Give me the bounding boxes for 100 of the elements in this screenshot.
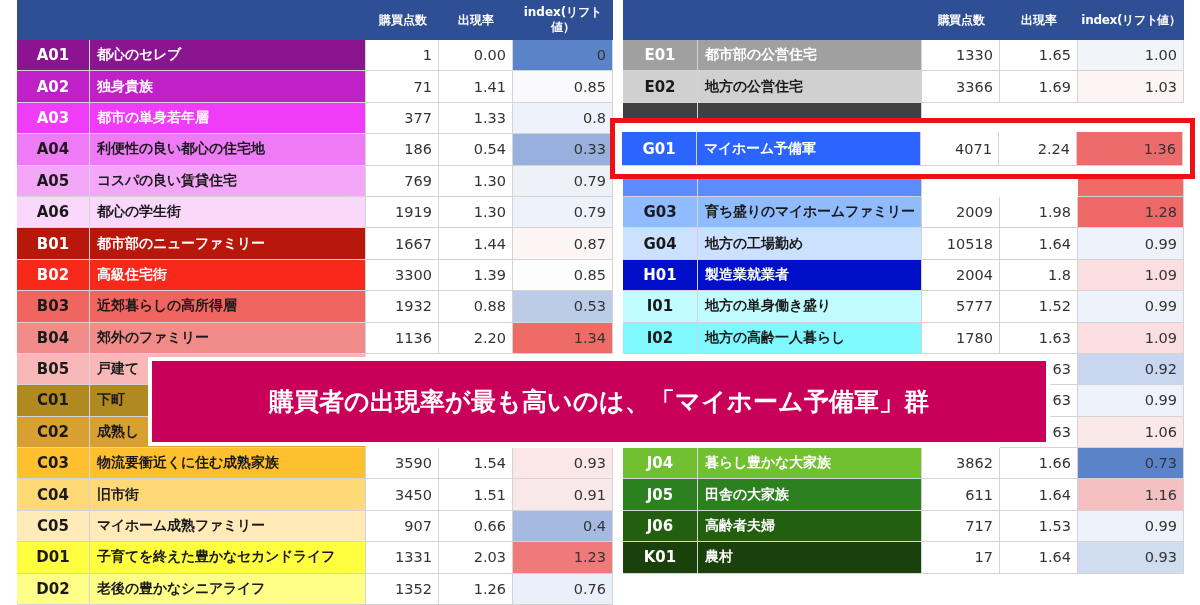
group-code: D01 — [17, 542, 90, 574]
group-code: A01 — [17, 40, 90, 72]
index-cell: 0.91 — [513, 479, 613, 511]
index-cell: 1.09 — [1078, 322, 1184, 354]
count-cell: 3366 — [922, 71, 1000, 103]
count-cell: 2004 — [922, 259, 1000, 292]
group-name: 農村 — [698, 542, 922, 574]
count-cell: 769 — [366, 165, 439, 197]
index-cell: 0.85 — [513, 259, 613, 292]
count-cell: 3862 — [922, 448, 1000, 480]
group-name: 高級住宅街 — [90, 259, 366, 292]
index-cell: 0.99 — [1078, 291, 1184, 323]
count-cell: 1 — [366, 40, 439, 72]
count-cell: 17 — [922, 542, 1000, 574]
count-cell: 1780 — [922, 322, 1000, 354]
group-name: 地方の公営住宅 — [698, 71, 922, 103]
count-cell: 1136 — [366, 322, 439, 354]
group-code: B03 — [17, 291, 90, 323]
count-cell: 186 — [366, 134, 439, 166]
count-cell: 10518 — [922, 228, 1000, 260]
group-code: G04 — [623, 228, 698, 260]
group-code: E01 — [623, 40, 698, 72]
count-cell: 4071 — [921, 132, 999, 166]
index-cell: 0.79 — [513, 196, 613, 229]
group-name: 地方の高齢一人暮らし — [698, 322, 922, 354]
index-cell: 0.53 — [513, 291, 613, 323]
count-cell: 3590 — [366, 448, 439, 480]
group-name: 旧市街 — [90, 479, 366, 511]
count-cell: 1919 — [366, 196, 439, 229]
index-cell: 1.23 — [513, 542, 613, 574]
group-name: 都市部の公営住宅 — [698, 40, 922, 72]
group-code: H01 — [623, 259, 698, 292]
group-code: A06 — [17, 196, 90, 229]
index-cell: 0.99 — [1078, 510, 1184, 543]
column-header: index(リフト値） — [522, 5, 604, 35]
group-code: J05 — [623, 479, 698, 511]
callout-banner: 購買者の出現率が最も高いのは、「マイホーム予備軍」群 — [148, 357, 1050, 446]
group-code: J04 — [623, 448, 698, 480]
group-code: E02 — [623, 71, 698, 103]
index-cell: 0.92 — [1078, 353, 1184, 386]
count-cell: 377 — [366, 102, 439, 135]
group-code: B01 — [17, 228, 90, 260]
index-cell: 0.85 — [513, 71, 613, 103]
group-code: C01 — [17, 385, 90, 417]
index-cell: 0.79 — [513, 165, 613, 197]
index-cell: 1.03 — [1078, 71, 1184, 103]
group-code: I02 — [623, 322, 698, 354]
group-code: C05 — [17, 510, 90, 543]
count-cell: 3300 — [366, 259, 439, 292]
group-code: D02 — [17, 573, 90, 605]
index-cell: 0.4 — [513, 510, 613, 543]
group-name: 育ち盛りのマイホームファミリー — [698, 196, 922, 229]
count-cell: 611 — [922, 479, 1000, 511]
group-code: G01 — [622, 132, 697, 166]
group-code: A04 — [17, 134, 90, 166]
group-name: 都市部のニューファミリー — [90, 228, 366, 260]
index-cell: 1.28 — [1078, 196, 1184, 229]
group-code: B04 — [17, 322, 90, 354]
group-name: 利便性の良い都心の住宅地 — [90, 134, 366, 166]
index-cell: 0.33 — [513, 134, 613, 166]
index-cell: 0.73 — [1078, 448, 1184, 480]
index-cell: 0.93 — [1078, 542, 1184, 574]
group-name: 都心の学生街 — [90, 196, 366, 229]
index-cell: 0.76 — [513, 573, 613, 605]
count-cell: 1331 — [366, 542, 439, 574]
count-cell: 3450 — [366, 479, 439, 511]
index-cell: 1.34 — [513, 322, 613, 354]
group-code: C04 — [17, 479, 90, 511]
index-cell: 1.16 — [1078, 479, 1184, 511]
count-cell: 907 — [366, 510, 439, 543]
group-code: C02 — [17, 416, 90, 449]
count-cell: 1932 — [366, 291, 439, 323]
group-code: G03 — [623, 196, 698, 229]
index-cell: 1.06 — [1078, 416, 1184, 449]
group-name: 老後の豊かなシニアライフ — [90, 573, 366, 605]
group-code: A03 — [17, 102, 90, 135]
count-cell: 1667 — [366, 228, 439, 260]
group-name: マイホーム成熟ファミリー — [90, 510, 366, 543]
group-name: 高齢者夫婦 — [698, 510, 922, 543]
group-code: B02 — [17, 259, 90, 292]
count-cell: 1352 — [366, 573, 439, 605]
group-name: 都市の単身若年層 — [90, 102, 366, 135]
index-cell: 0 — [513, 40, 613, 72]
index-cell: 0.93 — [513, 448, 613, 480]
group-code: A02 — [17, 71, 90, 103]
group-name: マイホーム予備軍 — [697, 132, 921, 166]
index-cell: 1.09 — [1078, 259, 1184, 292]
group-name: 物流要衝近くに住む成熟家族 — [90, 448, 366, 480]
group-name: 近郊暮らしの高所得層 — [90, 291, 366, 323]
count-cell: 2009 — [922, 196, 1000, 229]
group-code: C03 — [17, 448, 90, 480]
group-name: 田舎の大家族 — [698, 479, 922, 511]
column-header: 出現率 — [457, 12, 495, 28]
count-cell: 5777 — [922, 291, 1000, 323]
count-cell: 1330 — [922, 40, 1000, 72]
group-code: B05 — [17, 353, 90, 386]
group-name: 地方の単身働き盛り — [698, 291, 922, 323]
count-cell: 717 — [922, 510, 1000, 543]
group-name: 独身貴族 — [90, 71, 366, 103]
column-header: 購買点数 — [936, 12, 986, 28]
